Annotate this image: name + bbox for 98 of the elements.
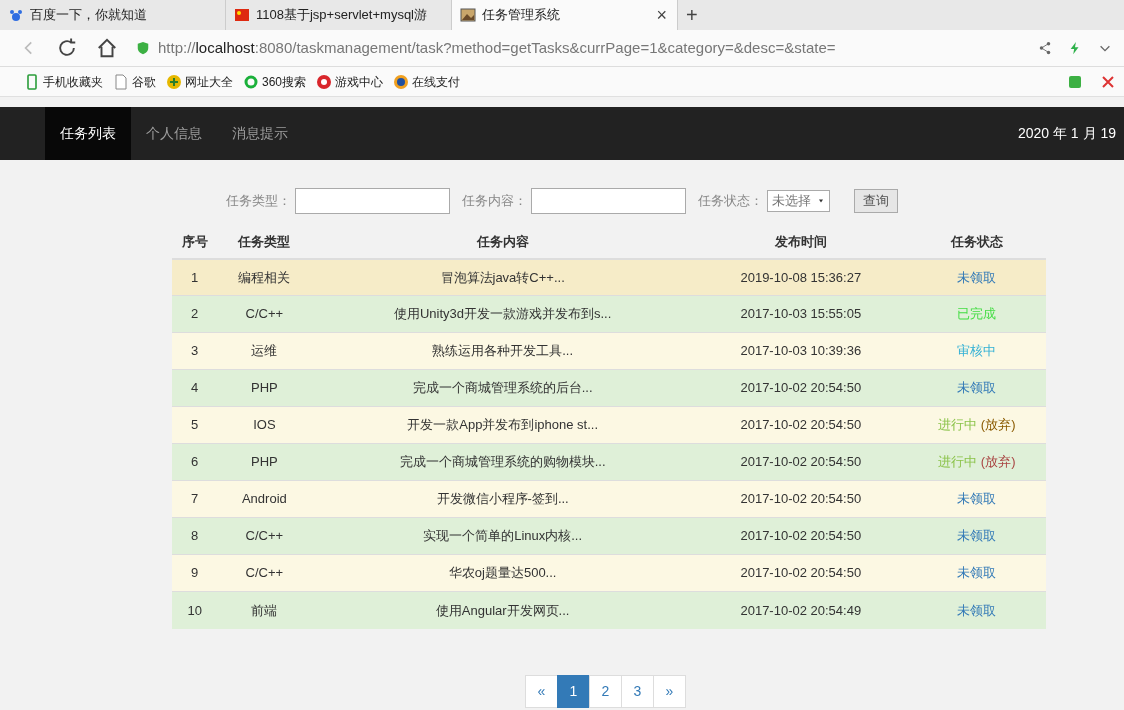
table-cell: 2019-10-08 15:36:27 [693,258,908,296]
table-cell: 编程相关 [217,258,312,296]
nav-link[interactable]: 消息提示 [217,107,303,160]
table-cell: Android [217,480,312,518]
table-cell: 2017-10-02 20:54:50 [693,554,908,592]
table-cell: 2017-10-03 15:55:05 [693,295,908,333]
table-cell: 2017-10-02 20:54:50 [693,406,908,444]
home-icon [96,37,118,59]
picture-icon [460,7,476,23]
bookmark-link[interactable]: 360搜索 [243,72,307,91]
table-cell: 2 [172,295,218,333]
status-text: 进行中 [938,454,978,470]
shield-icon [136,41,150,55]
table-cell: 2017-10-02 20:54:50 [693,369,908,407]
table-cell: 使用Unity3d开发一款游戏并发布到s... [311,295,694,333]
caret-icon [817,197,825,205]
plus-icon [166,73,182,90]
table-cell: 6 [172,443,218,481]
page-button[interactable]: 1 [557,674,590,708]
next-page-button[interactable]: » [653,674,686,708]
scissors-icon [1100,73,1116,90]
table-cell: 10 [172,591,218,629]
phone-icon [24,73,40,90]
bookmark-link[interactable]: 游戏中心 [316,72,384,91]
reload-icon [56,37,78,59]
table-cell: 2017-10-02 20:54:49 [693,591,908,629]
abandon-link[interactable]: (放弃) [980,417,1016,433]
bookmark-link[interactable]: 手机收藏夹 [24,72,103,91]
content-field[interactable] [531,188,686,214]
page-icon [113,73,129,90]
table-cell: 华农oj题量达500... [311,554,694,592]
category-field[interactable] [295,188,450,214]
table-cell: 2017-10-02 20:54:50 [693,443,908,481]
table-cell: 前端 [217,591,312,629]
table-cell: PHP [217,443,312,481]
table-cell: 4 [172,369,218,407]
table-cell: 熟练运用各种开发工具... [311,332,694,370]
status-text: 审核中 [957,343,997,359]
bookmark-link[interactable]: 谷歌 [113,72,156,91]
status-text: 未领取 [957,565,997,581]
query-button[interactable]: 查询 [854,189,898,213]
status-text: 未领取 [957,602,997,618]
ring-icon [243,73,259,90]
table-cell: 开发一款App并发布到iphone st... [311,406,694,444]
state-select[interactable]: 未选择 [767,190,830,212]
table-cell: 2017-10-02 20:54:50 [693,517,908,555]
filter-label: 任务状态： [698,192,763,211]
status-text: 未领取 [957,491,997,507]
column-header: 序号 [172,226,218,259]
paw-icon [8,7,24,23]
table-cell: 运维 [217,332,312,370]
table-cell: 8 [172,517,218,555]
table-cell: 5 [172,406,218,444]
extension-icon [1068,73,1084,90]
table-cell: 7 [172,480,218,518]
table-cell: 完成一个商城管理系统的购物模块... [311,443,694,481]
status-text: 未领取 [957,528,997,544]
abandon-link[interactable]: (放弃) [980,454,1016,470]
table-cell: 3 [172,332,218,370]
table-cell: 2017-10-03 10:39:36 [693,332,908,370]
table-cell: 实现一个简单的Linux内核... [311,517,694,555]
close-tab-button[interactable]: × [654,6,669,24]
page-button[interactable]: 3 [621,674,654,708]
table-cell: 冒泡算法java转C++... [311,258,694,296]
game-icon [316,73,333,90]
table-cell: 2017-10-02 20:54:50 [693,480,908,518]
page-button[interactable]: 2 [589,674,622,708]
table-cell: 使用Angular开发网页... [311,591,694,629]
column-header: 发布时间 [693,226,908,259]
date-text: 2020 年 1 月 19 [1017,124,1116,143]
table-cell: C/C++ [217,554,312,592]
table-cell: 完成一个商城管理系统的后台... [311,369,694,407]
bookmark-link[interactable]: 在线支付 [393,72,461,91]
status-text: 未领取 [957,380,997,396]
globe-icon [393,73,410,90]
browser-tab[interactable]: 任务管理系统 × [452,0,678,30]
table-cell: IOS [217,406,312,444]
status-text: 未领取 [957,269,997,285]
table-cell: 9 [172,554,218,592]
flag-icon [234,7,250,23]
column-header: 任务状态 [907,226,1046,259]
filter-label: 任务内容： [462,192,527,211]
filter-label: 任务类型： [226,192,291,211]
previous-page-button[interactable]: « [525,674,558,708]
column-header: 任务类型 [217,226,312,259]
table-cell: PHP [217,369,312,407]
new-tab-button[interactable]: + [678,0,706,30]
table-cell: 开发微信小程序-签到... [311,480,694,518]
column-header: 任务内容 [311,226,694,259]
status-text: 已完成 [957,306,997,322]
table-cell: C/C++ [217,295,312,333]
table-cell: 1 [172,258,218,296]
nav-link[interactable]: 个人信息 [131,107,217,160]
bookmark-link[interactable]: 网址大全 [166,72,233,91]
status-text: 进行中 [938,417,978,433]
share-icon [1038,41,1052,55]
nav-link[interactable]: 任务列表 [45,107,131,160]
table-cell: C/C++ [217,517,312,555]
